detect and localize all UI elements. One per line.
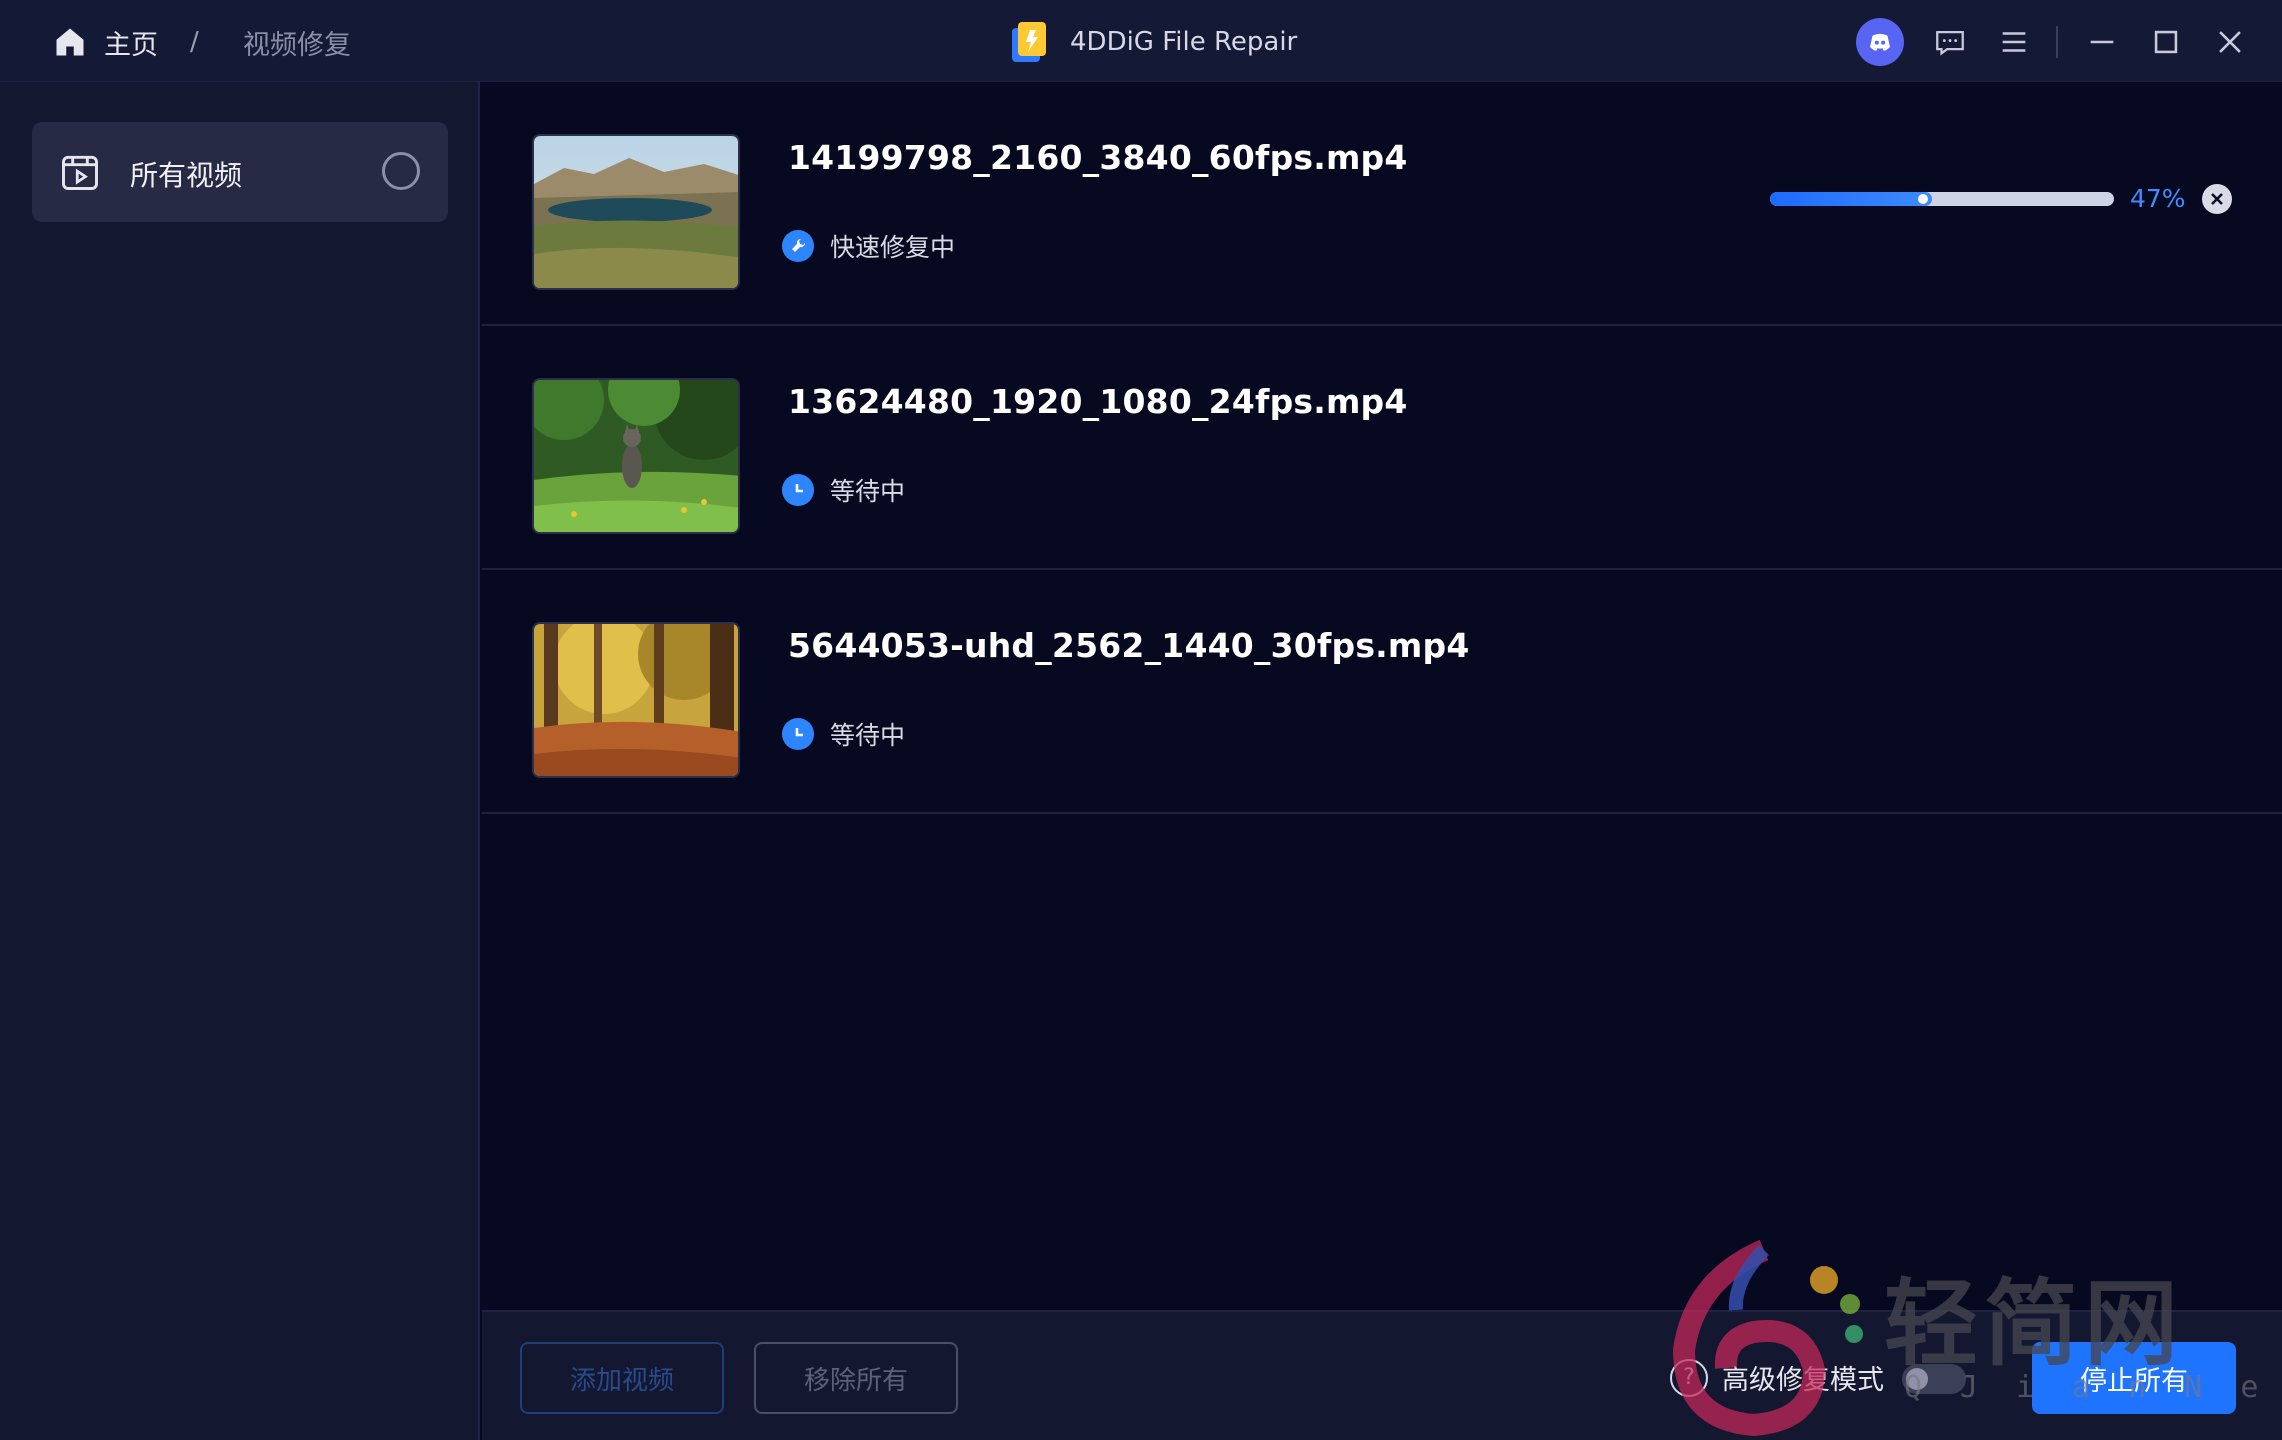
cancel-repair-button[interactable]	[2202, 184, 2232, 214]
sidebar-item-all-videos[interactable]: 所有视频	[32, 122, 448, 222]
remove-all-button[interactable]: 移除所有	[754, 1342, 958, 1414]
close-icon	[2211, 193, 2223, 205]
file-row: 14199798_2160_3840_60fps.mp4 快速修复中 47%	[482, 82, 2282, 326]
app-title: 4DDiG File Repair	[1008, 16, 1297, 68]
title-bar: 主页 / 视频修复 4DDiG File Repair	[0, 0, 2282, 82]
breadcrumb-current: 视频修复	[243, 29, 351, 61]
repair-progress-marker	[1918, 194, 1928, 204]
feedback-icon[interactable]	[1928, 20, 1972, 64]
file-status: 快速修复中	[782, 228, 955, 264]
advanced-mode: ? 高级修复模式	[1670, 1358, 1884, 1397]
help-icon[interactable]: ?	[1670, 1358, 1708, 1397]
app-logo-icon	[1008, 20, 1050, 64]
repair-progress-label: 47%	[2130, 184, 2186, 213]
sidebar: 所有视频	[0, 82, 480, 1440]
app-window: 主页 / 视频修复 4DDiG File Repair 所有视频 1419979…	[0, 0, 2282, 1440]
wrench-icon	[782, 230, 814, 262]
select-all-radio[interactable]	[382, 152, 420, 190]
file-status-label: 等待中	[830, 477, 906, 506]
add-video-button[interactable]: 添加视频	[520, 1342, 724, 1414]
breadcrumb-separator: /	[190, 27, 199, 57]
file-name: 5644053-uhd_2562_1440_30fps.mp4	[788, 626, 1470, 665]
file-status-label: 快速修复中	[830, 233, 956, 262]
advanced-mode-label: 高级修复模式	[1722, 1365, 1884, 1396]
file-name: 14199798_2160_3840_60fps.mp4	[788, 138, 1408, 177]
close-icon[interactable]	[2208, 20, 2252, 64]
breadcrumb-home[interactable]: 主页	[52, 22, 158, 62]
footer-bar: 添加视频 移除所有 ? 高级修复模式 停止所有	[482, 1310, 2282, 1440]
clock-icon	[782, 474, 814, 506]
video-folder-icon	[62, 155, 98, 190]
repair-progress-fill	[1770, 192, 1932, 206]
video-thumbnail	[532, 378, 740, 534]
video-thumbnail	[532, 622, 740, 778]
file-status-label: 等待中	[830, 721, 906, 750]
file-name: 13624480_1920_1080_24fps.mp4	[788, 382, 1408, 421]
video-thumbnail	[532, 134, 740, 290]
file-list: 14199798_2160_3840_60fps.mp4 快速修复中 47% 1…	[482, 82, 2282, 1310]
repair-progress-bar	[1770, 192, 2114, 206]
file-status: 等待中	[782, 716, 905, 752]
file-row: 13624480_1920_1080_24fps.mp4 等待中	[482, 326, 2282, 570]
sidebar-item-label: 所有视频	[130, 159, 243, 192]
advanced-mode-toggle[interactable]	[1902, 1364, 1966, 1394]
maximize-icon[interactable]	[2144, 20, 2188, 64]
app-title-text: 4DDiG File Repair	[1070, 27, 1298, 57]
discord-icon[interactable]	[1856, 18, 1904, 66]
stop-all-button[interactable]: 停止所有	[2032, 1342, 2236, 1414]
file-status: 等待中	[782, 472, 905, 508]
menu-icon[interactable]	[1992, 20, 2036, 64]
titlebar-divider	[2056, 26, 2058, 58]
breadcrumb-home-label: 主页	[104, 29, 158, 61]
file-row: 5644053-uhd_2562_1440_30fps.mp4 等待中	[482, 570, 2282, 814]
clock-icon	[782, 718, 814, 750]
toggle-knob	[1906, 1368, 1928, 1390]
minimize-icon[interactable]	[2080, 20, 2124, 64]
home-icon	[56, 28, 84, 56]
